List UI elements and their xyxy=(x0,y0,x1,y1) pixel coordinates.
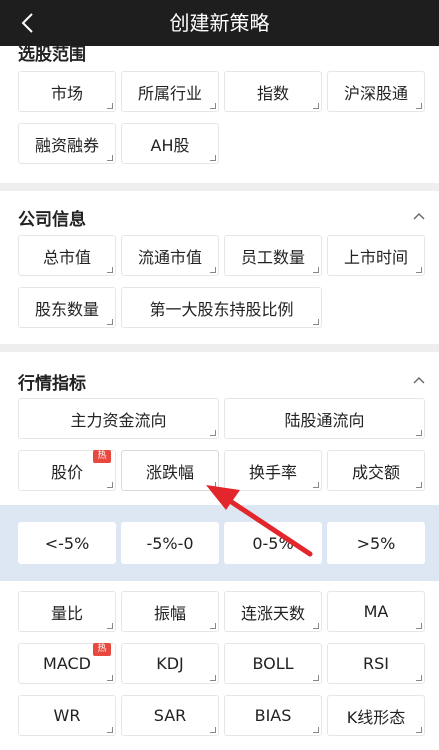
filter-float-cap[interactable]: 流通市值 xyxy=(121,235,219,276)
filter-hk-flow[interactable]: 陆股通流向 xyxy=(224,398,425,439)
filter-index[interactable]: 指数 xyxy=(224,71,322,112)
filter-ma[interactable]: MA xyxy=(327,591,425,632)
option-0-5[interactable]: 0-5% xyxy=(224,522,322,564)
section-company: 公司信息 总市值 流通市值 员工数量 上市时间 股东数量 第一大股东持股比例 xyxy=(0,191,439,344)
filter-holders[interactable]: 股东数量 xyxy=(18,287,116,328)
filter-connect[interactable]: 沪深股通 xyxy=(327,71,425,112)
page-title: 创建新策略 xyxy=(169,11,270,35)
filter-top-holder[interactable]: 第一大股东持股比例 xyxy=(121,287,322,328)
filter-rsi[interactable]: RSI xyxy=(327,643,425,684)
filter-employees[interactable]: 员工数量 xyxy=(224,235,322,276)
filter-volume[interactable]: 成交额 xyxy=(327,450,425,491)
option-lt-minus5[interactable]: <-5% xyxy=(18,522,116,564)
filter-bias[interactable]: BIAS xyxy=(224,695,322,736)
filter-kdj[interactable]: KDJ xyxy=(121,643,219,684)
filter-ah[interactable]: AH股 xyxy=(121,123,219,164)
top-bar: 创建新策略 xyxy=(0,0,439,46)
option-minus5-0[interactable]: -5%-0 xyxy=(121,522,219,564)
chevron-up-icon[interactable] xyxy=(411,372,427,388)
filter-amplitude[interactable]: 振幅 xyxy=(121,591,219,632)
section-title: 公司信息 xyxy=(18,210,86,230)
filter-industry[interactable]: 所属行业 xyxy=(121,71,219,112)
filter-market[interactable]: 市场 xyxy=(18,71,116,112)
filter-kline[interactable]: K线形态 xyxy=(327,695,425,736)
change-pct-options: <-5% -5%-0 0-5% >5% xyxy=(0,505,439,581)
filter-price[interactable]: 股价 热 xyxy=(18,450,116,491)
filter-boll[interactable]: BOLL xyxy=(224,643,322,684)
button-label: MACD xyxy=(43,654,91,673)
section-title: 行情指标 xyxy=(18,374,86,394)
filter-volume-ratio[interactable]: 量比 xyxy=(18,591,116,632)
filter-change-pct[interactable]: 涨跌幅 xyxy=(121,450,219,491)
filter-turnover[interactable]: 换手率 xyxy=(224,450,322,491)
button-label: 股价 xyxy=(50,462,83,482)
filter-wr[interactable]: WR xyxy=(18,695,116,736)
chevron-up-icon[interactable] xyxy=(411,208,427,224)
hot-badge: 热 xyxy=(93,450,111,463)
filter-sar[interactable]: SAR xyxy=(121,695,219,736)
filter-macd[interactable]: MACD 热 xyxy=(18,643,116,684)
filter-up-days[interactable]: 连涨天数 xyxy=(224,591,322,632)
filter-margin[interactable]: 融资融券 xyxy=(18,123,116,164)
filter-total-cap[interactable]: 总市值 xyxy=(18,235,116,276)
option-gt-5[interactable]: >5% xyxy=(327,522,425,564)
hot-badge: 热 xyxy=(93,643,111,656)
filter-listing-date[interactable]: 上市时间 xyxy=(327,235,425,276)
filter-main-flow[interactable]: 主力资金流向 xyxy=(18,398,219,439)
